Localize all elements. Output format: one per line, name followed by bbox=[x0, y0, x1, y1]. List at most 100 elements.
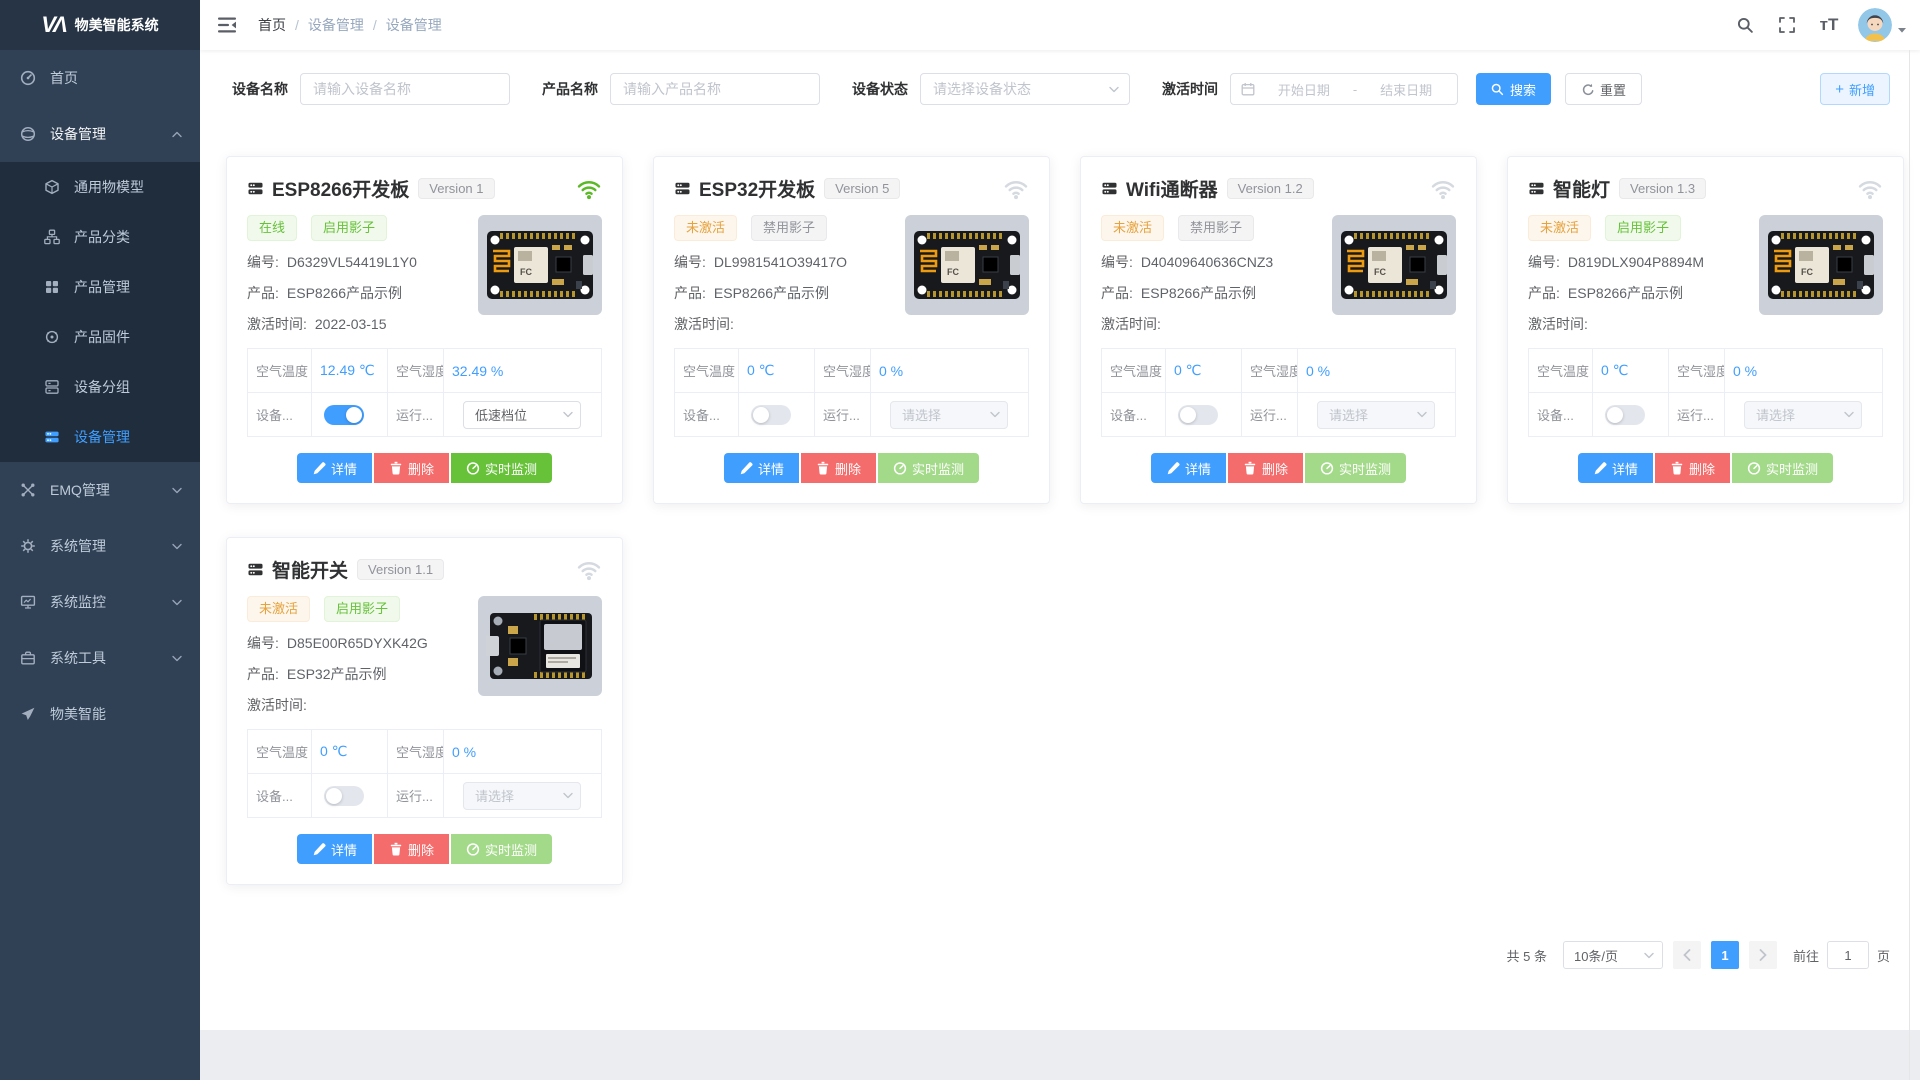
dashboard-icon bbox=[20, 70, 36, 86]
sidebar-item-device-menu[interactable]: 设备管理 bbox=[0, 106, 200, 162]
delete-button[interactable]: 删除 bbox=[374, 834, 449, 864]
device-card-header: ESP32开发板 Version 5 bbox=[674, 175, 1029, 202]
device-photo: FC bbox=[478, 215, 602, 315]
device-grid: ESP8266开发板 Version 1 在线 启用影子 编号:D6329VL5… bbox=[200, 105, 1920, 885]
search-icon[interactable] bbox=[1728, 8, 1762, 42]
page-size-select[interactable]: 10条/页 bbox=[1563, 941, 1663, 969]
delete-button[interactable]: 删除 bbox=[374, 453, 449, 483]
device-photo bbox=[478, 596, 602, 696]
device-icon bbox=[247, 180, 264, 197]
add-device-button[interactable]: + 新增 bbox=[1820, 73, 1890, 105]
sidebar-item-device-group[interactable]: 设备分组 bbox=[0, 362, 200, 412]
monitor-button[interactable]: 实时监测 bbox=[451, 834, 552, 864]
svg-text:FC: FC bbox=[520, 267, 532, 277]
goto-label: 前往 bbox=[1793, 946, 1819, 965]
run-mode-label: 运行... bbox=[1669, 393, 1725, 437]
product-name-input[interactable] bbox=[610, 73, 820, 105]
monitor-button[interactable]: 实时监测 bbox=[451, 453, 552, 483]
detail-button[interactable]: 详情 bbox=[1151, 453, 1226, 483]
sidebar-item-wumei-smart[interactable]: 物美智能 bbox=[0, 686, 200, 742]
device-properties-table: 空气温度 0 ℃ 空气湿度 0 % 设备... 运行... 请选择 bbox=[674, 348, 1029, 437]
sidebar-item-system-tools[interactable]: 系统工具 bbox=[0, 630, 200, 686]
run-mode-select[interactable]: 请选择 bbox=[1744, 401, 1862, 429]
device-switch[interactable] bbox=[751, 405, 791, 425]
sidebar-item-product-category[interactable]: 产品分类 bbox=[0, 212, 200, 262]
detail-button[interactable]: 详情 bbox=[1578, 453, 1653, 483]
run-mode-select[interactable]: 请选择 bbox=[463, 782, 581, 810]
activation-time-line: 激活时间: bbox=[674, 314, 895, 334]
device-card-header: 智能开关 Version 1.1 bbox=[247, 556, 602, 583]
detail-button[interactable]: 详情 bbox=[297, 834, 372, 864]
firmware-version-badge: Version 1.3 bbox=[1619, 178, 1706, 199]
device-switch[interactable] bbox=[1605, 405, 1645, 425]
sidebar-item-thing-model[interactable]: 通用物模型 bbox=[0, 162, 200, 212]
detail-button[interactable]: 详情 bbox=[724, 453, 799, 483]
device-icon bbox=[247, 561, 264, 578]
search-button[interactable]: 搜索 bbox=[1476, 73, 1551, 105]
serial-line: 编号:D40409640636CNZ3 bbox=[1101, 252, 1322, 272]
delete-button[interactable]: 删除 bbox=[1228, 453, 1303, 483]
device-switch[interactable] bbox=[324, 405, 364, 425]
paper-plane-icon bbox=[20, 706, 36, 722]
page-footer-area bbox=[200, 1030, 1920, 1080]
breadcrumb: 首页 / 设备管理 / 设备管理 bbox=[258, 15, 442, 35]
top-navbar: 首页 / 设备管理 / 设备管理 тT bbox=[200, 0, 1920, 50]
monitor-button[interactable]: 实时监测 bbox=[1732, 453, 1833, 483]
sidebar-item-device-management[interactable]: 设备管理 bbox=[0, 412, 200, 462]
humidity-label: 空气湿度 bbox=[1242, 349, 1298, 393]
current-page-button[interactable]: 1 bbox=[1711, 941, 1739, 969]
device-switch[interactable] bbox=[324, 786, 364, 806]
device-name-input[interactable] bbox=[300, 73, 510, 105]
run-mode-select[interactable]: 低速档位 bbox=[463, 401, 581, 429]
sidebar-item-system-monitor[interactable]: 系统监控 bbox=[0, 574, 200, 630]
delete-button[interactable]: 删除 bbox=[801, 453, 876, 483]
sidebar-item-product-firmware[interactable]: 产品固件 bbox=[0, 312, 200, 362]
temperature-label: 空气温度 bbox=[1102, 349, 1166, 393]
pencil-icon bbox=[1593, 461, 1607, 475]
scrollbar[interactable] bbox=[1909, 50, 1910, 1080]
reset-button[interactable]: 重置 bbox=[1565, 73, 1642, 105]
run-mode-select[interactable]: 请选择 bbox=[890, 401, 1008, 429]
run-mode-select[interactable]: 请选择 bbox=[1317, 401, 1435, 429]
device-status-select[interactable]: 请选择设备状态 bbox=[920, 73, 1130, 105]
sidebar-item-home[interactable]: 首页 bbox=[0, 50, 200, 106]
breadcrumb-device-management[interactable]: 设备管理 bbox=[308, 15, 364, 35]
app-window: VΛ 物美智能系统 首页 设备管理 通用物模型 产品分类 产品管理 bbox=[0, 0, 1920, 1080]
shadow-status-tag: 启用影子 bbox=[1605, 215, 1681, 241]
monitor-button[interactable]: 实时监测 bbox=[1305, 453, 1406, 483]
svg-text:FC: FC bbox=[1801, 267, 1813, 277]
device-icon bbox=[1101, 180, 1118, 197]
activation-time-line: 激活时间: bbox=[247, 695, 468, 715]
chevron-right-icon bbox=[1759, 949, 1767, 961]
sidebar-item-emq[interactable]: EMQ管理 bbox=[0, 462, 200, 518]
activation-time-line: 激活时间: bbox=[1101, 314, 1322, 334]
temperature-label: 空气温度 bbox=[1529, 349, 1593, 393]
monitor-button[interactable]: 实时监测 bbox=[878, 453, 979, 483]
device-switch[interactable] bbox=[1178, 405, 1218, 425]
shadow-status-tag: 禁用影子 bbox=[1178, 215, 1254, 241]
delete-button[interactable]: 删除 bbox=[1655, 453, 1730, 483]
sidebar-collapse-icon[interactable] bbox=[214, 12, 240, 38]
product-value: ESP8266产品示例 bbox=[1568, 285, 1683, 301]
firmware-version-badge: Version 1.2 bbox=[1227, 178, 1314, 199]
gear-icon bbox=[20, 538, 36, 554]
run-mode-value: 请选择 bbox=[1756, 405, 1795, 424]
device-switch-label: 设备... bbox=[1529, 393, 1593, 437]
user-menu[interactable] bbox=[1858, 8, 1906, 42]
sidebar-item-product-management[interactable]: 产品管理 bbox=[0, 262, 200, 312]
fullscreen-icon[interactable] bbox=[1770, 8, 1804, 42]
sidebar-item-system-management[interactable]: 系统管理 bbox=[0, 518, 200, 574]
gauge-icon bbox=[1320, 461, 1334, 475]
goto-page-input[interactable] bbox=[1827, 941, 1869, 969]
humidity-value: 0 % bbox=[1298, 349, 1456, 393]
temperature-value: 0 ℃ bbox=[1593, 349, 1669, 393]
app-logo[interactable]: VΛ 物美智能系统 bbox=[0, 0, 200, 50]
activation-date-range[interactable]: 开始日期 - 结束日期 bbox=[1230, 73, 1458, 105]
font-size-icon[interactable]: тT bbox=[1812, 8, 1846, 42]
prev-page-button[interactable] bbox=[1673, 941, 1701, 969]
detail-button[interactable]: 详情 bbox=[297, 453, 372, 483]
run-mode-value: 低速档位 bbox=[475, 405, 527, 424]
breadcrumb-home[interactable]: 首页 bbox=[258, 15, 286, 35]
next-page-button[interactable] bbox=[1749, 941, 1777, 969]
serial-value: D6329VL54419L1Y0 bbox=[287, 254, 417, 270]
